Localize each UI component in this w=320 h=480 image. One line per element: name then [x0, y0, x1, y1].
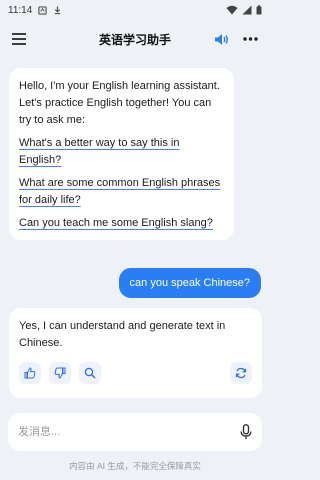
- suggestion-text[interactable]: What's a better way to say this in Engli…: [19, 137, 179, 166]
- wifi-icon: [226, 5, 238, 15]
- app-header: 英语学习助手: [0, 22, 270, 56]
- message-input-bar: [8, 413, 262, 451]
- signal-icon: [242, 5, 252, 15]
- suggestion-item[interactable]: What are some common English phrases for…: [19, 175, 224, 209]
- status-system-icons: [226, 5, 262, 15]
- regenerate-button[interactable]: [230, 362, 252, 384]
- suggestion-item[interactable]: Can you teach me some English slang?: [19, 215, 224, 232]
- speaker-icon: [215, 33, 228, 45]
- message-input[interactable]: [18, 426, 240, 438]
- user-message: can you speak Chinese?: [118, 268, 261, 298]
- ai-reply-message: Yes, I can understand and generate text …: [9, 308, 262, 398]
- thumbs-down-icon: [54, 367, 66, 379]
- suggestion-text[interactable]: Can you teach me some English slang?: [19, 217, 213, 229]
- search-icon: [84, 367, 96, 379]
- ai-intro-text: Hello, I'm your English learning assista…: [19, 80, 220, 126]
- dislike-button[interactable]: [49, 362, 71, 384]
- user-message-text: can you speak Chinese?: [129, 277, 250, 289]
- suggestion-text[interactable]: What are some common English phrases for…: [19, 177, 220, 206]
- microphone-icon: [240, 424, 252, 439]
- menu-button[interactable]: [12, 33, 26, 45]
- search-button[interactable]: [79, 362, 101, 384]
- download-icon: [55, 6, 61, 15]
- voice-input-button[interactable]: [240, 424, 252, 440]
- notification-box-icon: [38, 5, 47, 15]
- status-time: 11:14: [8, 4, 33, 16]
- thumbs-up-icon: [24, 367, 36, 379]
- like-button[interactable]: [19, 362, 41, 384]
- battery-icon: [256, 5, 262, 15]
- ai-reply-text: Yes, I can understand and generate text …: [19, 320, 226, 349]
- menu-icon: [12, 33, 26, 45]
- suggestion-item[interactable]: What's a better way to say this in Engli…: [19, 135, 224, 169]
- status-bar: 11:14: [0, 0, 270, 20]
- ai-disclaimer: 内容由 AI 生成，不能完全保障真实: [69, 461, 201, 471]
- more-icon: [243, 37, 258, 41]
- status-notification-icons: [38, 5, 62, 15]
- refresh-icon: [235, 367, 247, 379]
- speaker-button[interactable]: [214, 33, 229, 46]
- suggestion-list: What's a better way to say this in Engli…: [19, 135, 224, 232]
- feedback-actions: [19, 362, 252, 384]
- ai-intro-message: Hello, I'm your English learning assista…: [9, 68, 234, 240]
- more-button[interactable]: [243, 37, 258, 41]
